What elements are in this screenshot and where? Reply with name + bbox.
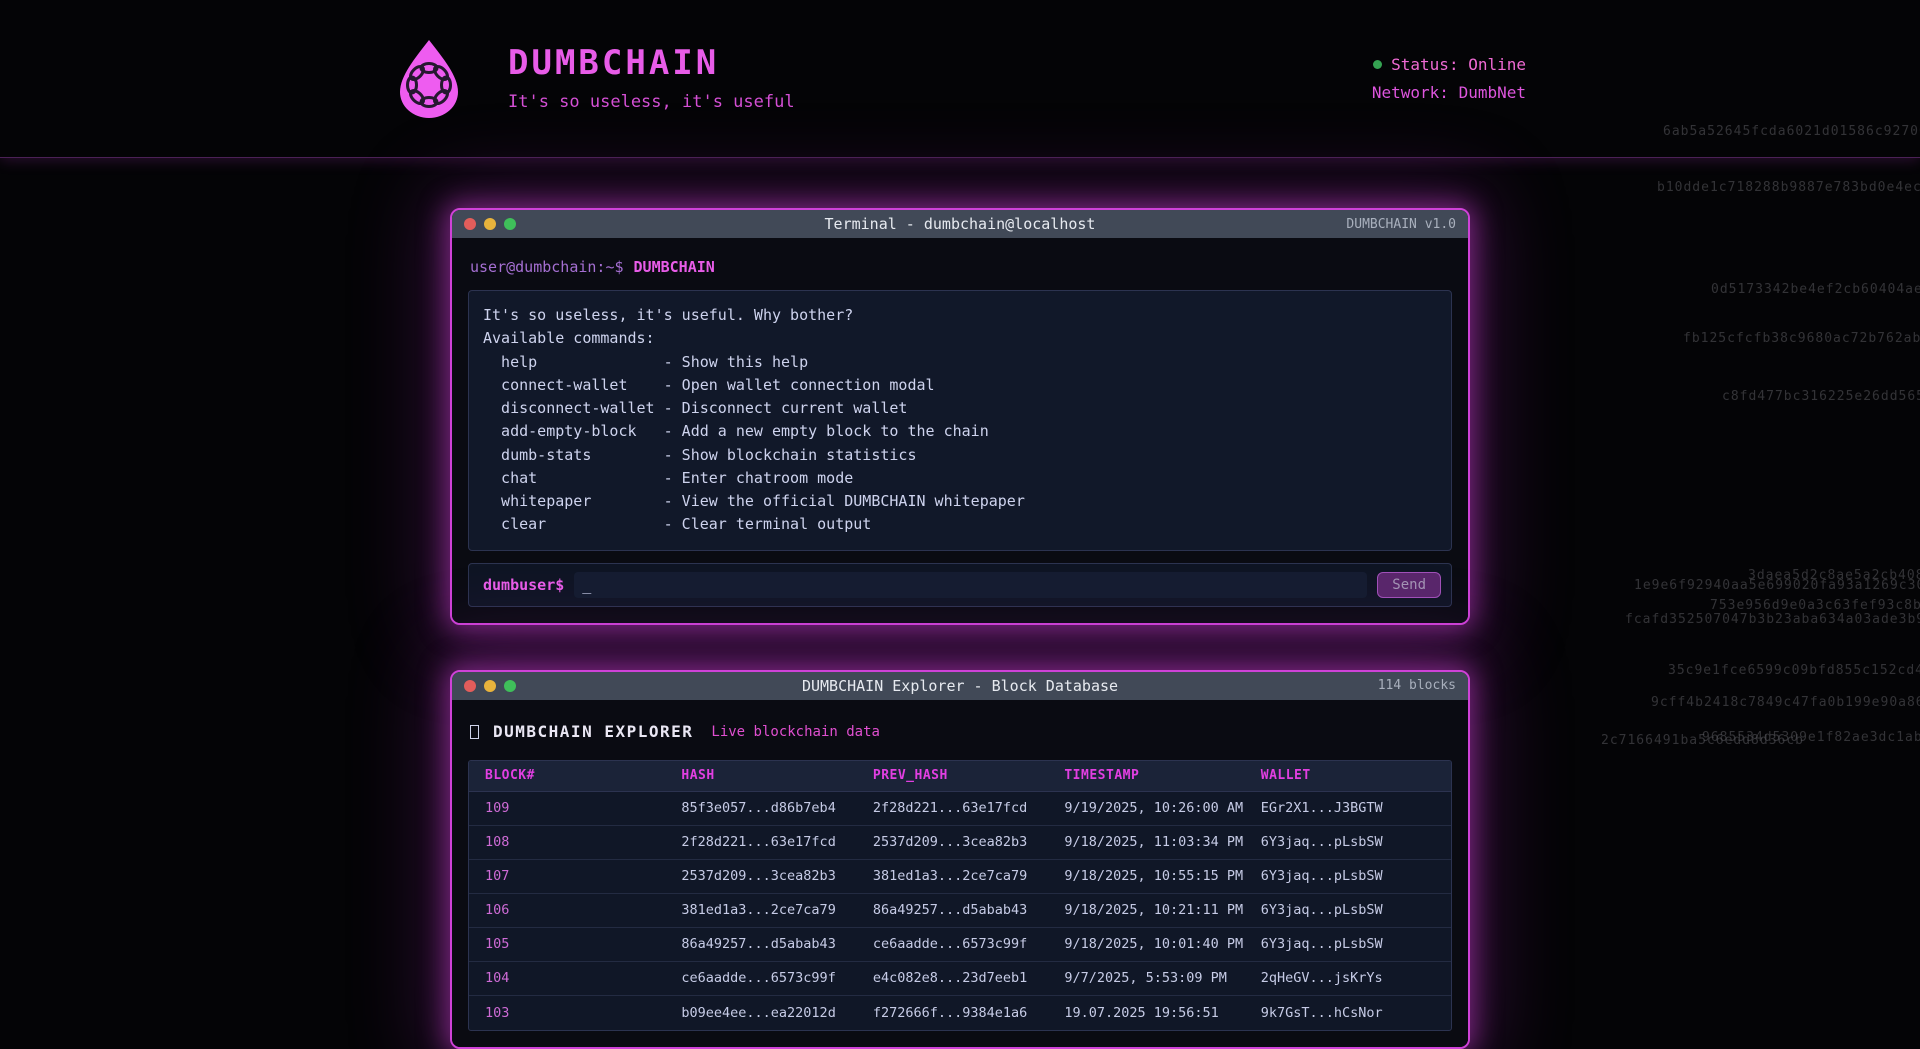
background-hash-text: c8fd477bc316225e26dd5652 (1722, 389, 1920, 404)
background-hash-text: fcafd352507047b3b23aba634a03ade3b98 (1625, 612, 1920, 627)
cell-block-: 108 (469, 834, 665, 850)
table-row[interactable]: 1082f28d221...63e17fcd2537d209...3cea82b… (469, 826, 1451, 860)
background-hash-text: 35c9e1fce6599c09bfd855c152cd47 (1668, 663, 1920, 678)
background-hash-text: 9cff4b2418c7849c47fa0b199e90a867 (1651, 695, 1920, 710)
cell-block-: 105 (469, 936, 665, 952)
table-row[interactable]: 104ce6aadde...6573c99fe4c082e8...23d7eeb… (469, 962, 1451, 996)
prompt-command: DUMBCHAIN (634, 258, 715, 276)
terminal-input-row: dumbuser$ _ Send (468, 563, 1452, 607)
explorer-heading-row: DUMBCHAIN EXPLORER Live blockchain data (470, 720, 1452, 744)
table-header-row: BLOCK#HASHPREV_HASHTIMESTAMPWALLET (469, 761, 1451, 792)
terminal-prompt-line: user@dumbchain:~$ DUMBCHAIN (470, 258, 1452, 276)
cell-prev-hash: ce6aadde...6573c99f (857, 936, 1048, 952)
table-row[interactable]: 103b09ee4ee...ea22012df272666f...9384e1a… (469, 996, 1451, 1030)
cell-timestamp: 9/18/2025, 10:01:40 PM (1048, 936, 1244, 952)
table-row[interactable]: 10586a49257...d5abab43ce6aadde...6573c99… (469, 928, 1451, 962)
cell-hash: b09ee4ee...ea22012d (665, 1005, 856, 1021)
online-status-dot-icon (1373, 60, 1382, 69)
cell-block-: 103 (469, 1005, 665, 1021)
cell-wallet: 2qHeGV...jsKrYs (1245, 970, 1451, 986)
cell-timestamp: 9/19/2025, 10:26:00 AM (1048, 800, 1244, 816)
dumbchain-logo-icon (394, 37, 464, 121)
cell-block-: 109 (469, 800, 665, 816)
block-count-badge: 114 blocks (1378, 678, 1456, 693)
cell-hash: 2537d209...3cea82b3 (665, 868, 856, 884)
cell-block-: 104 (469, 970, 665, 986)
page-title: DUMBCHAIN (508, 45, 795, 82)
background-hash-text: fb125cfcfb38c9680ac72b762ab81 (1683, 331, 1920, 346)
background-hash-text: 0d5173342be4ef2cb60404ae41 (1711, 282, 1920, 297)
column-header-prev-hash: PREV_HASH (857, 768, 1048, 783)
cell-wallet: 6Y3jaq...pLsbSW (1245, 868, 1451, 884)
explorer-title: DUMBCHAIN Explorer - Block Database (452, 677, 1468, 695)
column-header-timestamp: TIMESTAMP (1048, 768, 1244, 783)
column-header-hash: HASH (665, 768, 856, 783)
explorer-window: DUMBCHAIN Explorer - Block Database 114 … (450, 670, 1470, 1049)
table-row[interactable]: 1072537d209...3cea82b3381ed1a3...2ce7ca7… (469, 860, 1451, 894)
cell-timestamp: 19.07.2025 19:56:51 (1048, 1005, 1244, 1021)
background-hash-text: b10dde1c718288b9887e783bd0e4ec34 (1657, 180, 1920, 195)
cell-hash: ce6aadde...6573c99f (665, 970, 856, 986)
explorer-subheading: Live blockchain data (711, 724, 880, 740)
status-label: Status: Online (1391, 53, 1526, 76)
cell-prev-hash: 2f28d221...63e17fcd (857, 800, 1048, 816)
cell-timestamp: 9/18/2025, 10:21:11 PM (1048, 902, 1244, 918)
background-hash-text: 1e9e6f92940aa5e699020fa93a1269c30 (1634, 578, 1920, 593)
background-hash-text: 9685534d5309e1f82ae3dc1abd45 (1702, 730, 1920, 745)
block-glyph-icon (470, 725, 479, 739)
brand: DUMBCHAIN It's so useless, it's useful (394, 37, 795, 121)
send-button[interactable]: Send (1377, 572, 1441, 598)
input-prompt-label: dumbuser$ (483, 576, 564, 594)
cell-timestamp: 9/18/2025, 10:55:15 PM (1048, 868, 1244, 884)
terminal-version-badge: DUMBCHAIN v1.0 (1346, 217, 1456, 232)
network-label: Network: DumbNet (1372, 81, 1526, 104)
table-body: 10985f3e057...d86b7eb42f28d221...63e17fc… (469, 792, 1451, 1030)
cell-hash: 86a49257...d5abab43 (665, 936, 856, 952)
cell-timestamp: 9/18/2025, 11:03:34 PM (1048, 834, 1244, 850)
background-hash-text: 753e956d9e0a3c63fef93c8b (1710, 598, 1920, 613)
table-row[interactable]: 106381ed1a3...2ce7ca7986a49257...d5abab4… (469, 894, 1451, 928)
cell-hash: 381ed1a3...2ce7ca79 (665, 902, 856, 918)
cell-prev-hash: e4c082e8...23d7eeb1 (857, 970, 1048, 986)
column-header-wallet: WALLET (1245, 768, 1451, 783)
status-block: Status: Online Network: DumbNet (1372, 53, 1526, 103)
cell-prev-hash: f272666f...9384e1a6 (857, 1005, 1048, 1021)
cell-hash: 2f28d221...63e17fcd (665, 834, 856, 850)
cell-wallet: 6Y3jaq...pLsbSW (1245, 902, 1451, 918)
cell-prev-hash: 86a49257...d5abab43 (857, 902, 1048, 918)
cell-block-: 107 (469, 868, 665, 884)
tagline: It's so useless, it's useful (508, 92, 795, 112)
cell-timestamp: 9/7/2025, 5:53:09 PM (1048, 970, 1244, 986)
cell-wallet: 9k7GsT...hCsNor (1245, 1005, 1451, 1021)
table-row[interactable]: 10985f3e057...d86b7eb42f28d221...63e17fc… (469, 792, 1451, 826)
app-header: DUMBCHAIN It's so useless, it's useful S… (0, 0, 1920, 158)
column-header-block-: BLOCK# (469, 768, 665, 783)
cell-prev-hash: 381ed1a3...2ce7ca79 (857, 868, 1048, 884)
prompt-user: user@dumbchain:~$ (470, 258, 624, 276)
background-hash-text: 2c7166491ba5c6edd8d36cb (1601, 733, 1804, 748)
terminal-titlebar[interactable]: Terminal - dumbchain@localhost DUMBCHAIN… (452, 210, 1468, 238)
background-hash-text: 3daea5d2c8ae5a2cb408c (1748, 568, 1920, 583)
cell-prev-hash: 2537d209...3cea82b3 (857, 834, 1048, 850)
blocks-table: BLOCK#HASHPREV_HASHTIMESTAMPWALLET 10985… (468, 760, 1452, 1031)
explorer-heading: DUMBCHAIN EXPLORER (493, 722, 693, 741)
explorer-titlebar[interactable]: DUMBCHAIN Explorer - Block Database 114 … (452, 672, 1468, 700)
input-caret: _ (582, 576, 591, 594)
cell-wallet: EGr2X1...J3BGTW (1245, 800, 1451, 816)
command-input[interactable]: _ (574, 572, 1367, 598)
cell-hash: 85f3e057...d86b7eb4 (665, 800, 856, 816)
terminal-output: It's so useless, it's useful. Why bother… (468, 290, 1452, 551)
terminal-title: Terminal - dumbchain@localhost (452, 215, 1468, 233)
cell-block-: 106 (469, 902, 665, 918)
cell-wallet: 6Y3jaq...pLsbSW (1245, 936, 1451, 952)
terminal-window: Terminal - dumbchain@localhost DUMBCHAIN… (450, 208, 1470, 625)
cell-wallet: 6Y3jaq...pLsbSW (1245, 834, 1451, 850)
